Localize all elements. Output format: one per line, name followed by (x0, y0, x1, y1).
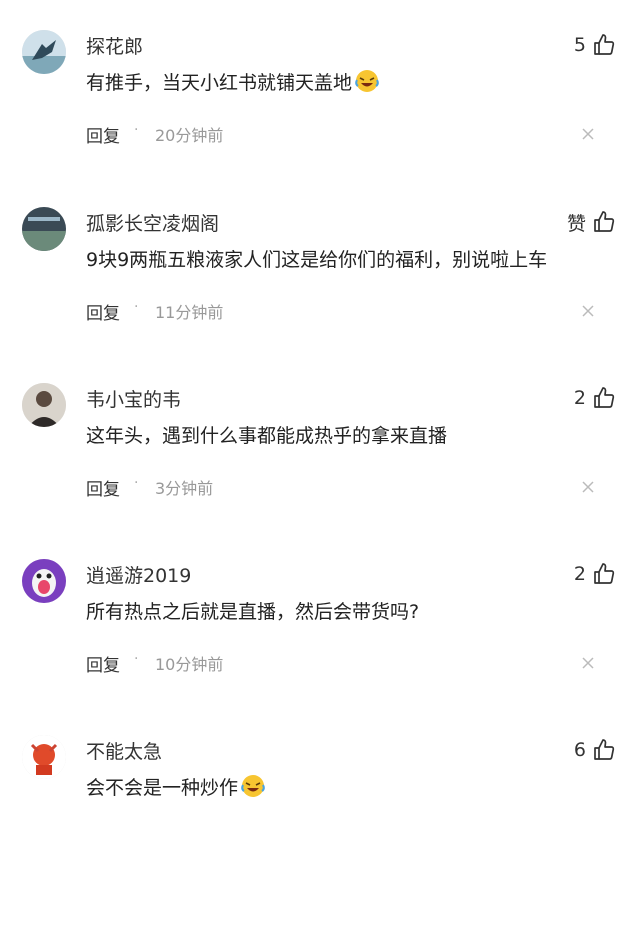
comment-text: 会不会是一种炒作 (86, 773, 266, 800)
comment-item: 孤影长空凌烟阁 赞 9块9两瓶五粮液家人们这是给你们的福利，别说啦上车 回复 ·… (0, 207, 640, 397)
avatar[interactable] (22, 559, 66, 603)
like-button[interactable]: 5 (574, 30, 616, 60)
comment-text: 9块9两瓶五粮液家人们这是给你们的福利，别说啦上车 (86, 249, 548, 271)
comment-item: 不能太急 6 会不会是一种炒作 (0, 735, 640, 925)
like-button[interactable]: 赞 (567, 207, 616, 237)
separator-dot: · (134, 299, 139, 315)
like-button[interactable]: 2 (574, 559, 616, 589)
laughing-crying-emoji-icon (241, 775, 265, 797)
like-count: 2 (573, 387, 586, 409)
like-count: 2 (573, 563, 586, 585)
close-icon[interactable] (580, 479, 596, 495)
username[interactable]: 不能太急 (86, 737, 162, 764)
reply-button[interactable]: 回复 (86, 475, 120, 500)
reply-button[interactable]: 回复 (86, 122, 120, 147)
timestamp: 20分钟前 (155, 126, 224, 145)
laughing-crying-emoji-icon (355, 70, 379, 92)
avatar[interactable] (22, 207, 66, 251)
username[interactable]: 探花郎 (86, 32, 143, 59)
like-count: 6 (573, 739, 586, 761)
separator-dot: · (134, 651, 139, 667)
timestamp: 3分钟前 (155, 479, 214, 498)
separator-dot: · (134, 475, 139, 491)
username[interactable]: 韦小宝的韦 (86, 385, 181, 412)
thumbs-up-icon (592, 562, 616, 586)
close-icon[interactable] (580, 303, 596, 319)
avatar[interactable] (22, 735, 66, 779)
comment-text: 这年头，遇到什么事都能成热乎的拿来直播 (86, 425, 448, 447)
thumbs-up-icon (592, 210, 616, 234)
comment-text: 所有热点之后就是直播，然后会带货吗? (86, 601, 420, 623)
thumbs-up-icon (592, 386, 616, 410)
username[interactable]: 孤影长空凌烟阁 (86, 209, 219, 236)
comment-item: 韦小宝的韦 2 这年头，遇到什么事都能成热乎的拿来直播 回复 · 3分钟前 (0, 383, 640, 573)
comment-item: 探花郎 5 有推手，当天小红书就铺天盖地 回复 · 20分钟前 (0, 30, 640, 220)
comment-text: 有推手，当天小红书就铺天盖地 (86, 68, 380, 95)
like-button[interactable]: 6 (574, 735, 616, 765)
avatar[interactable] (22, 383, 66, 427)
like-count: 赞 (566, 212, 586, 235)
thumbs-up-icon (592, 738, 616, 762)
comment-text-content: 会不会是一种炒作 (86, 777, 239, 799)
separator-dot: · (134, 122, 139, 138)
close-icon[interactable] (580, 655, 596, 671)
like-button[interactable]: 2 (574, 383, 616, 413)
username[interactable]: 逍遥游2019 (86, 561, 191, 588)
thumbs-up-icon (592, 33, 616, 57)
comment-item: 逍遥游2019 2 所有热点之后就是直播，然后会带货吗? 回复 · 10分钟前 (0, 559, 640, 749)
reply-button[interactable]: 回复 (86, 299, 120, 324)
avatar[interactable] (22, 30, 66, 74)
reply-button[interactable]: 回复 (86, 651, 120, 676)
timestamp: 11分钟前 (155, 303, 224, 322)
close-icon[interactable] (580, 126, 596, 142)
timestamp: 10分钟前 (155, 655, 224, 674)
comment-text-content: 有推手，当天小红书就铺天盖地 (86, 72, 353, 94)
like-count: 5 (573, 34, 586, 56)
